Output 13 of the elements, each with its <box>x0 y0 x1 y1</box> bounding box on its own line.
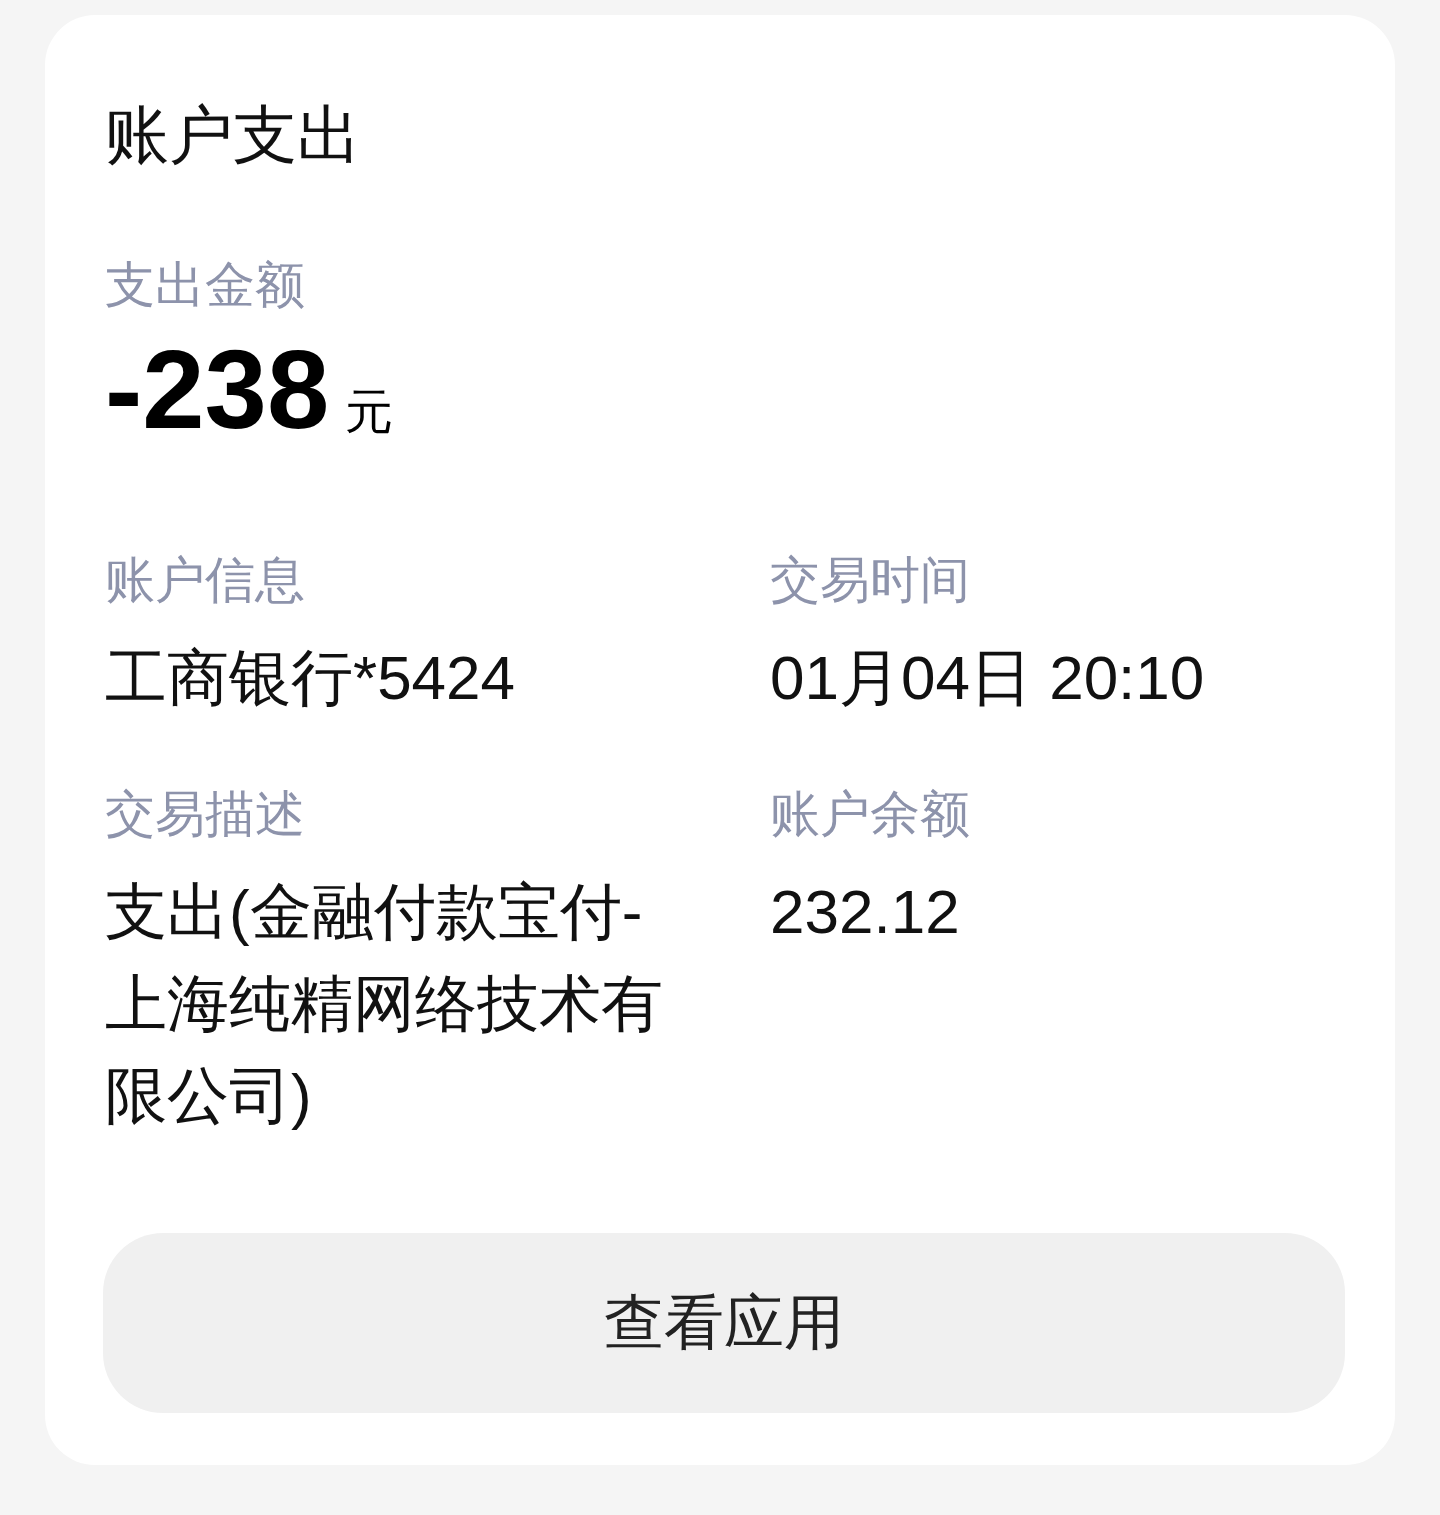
card-title: 账户支出 <box>105 98 362 173</box>
field-value: 232.12 <box>770 876 961 948</box>
field-label: 账户余额 <box>770 785 971 844</box>
field-label: 交易时间 <box>770 551 971 610</box>
view-app-button[interactable]: 查看应用 <box>103 1233 1345 1413</box>
amount-label: 支出金额 <box>105 256 306 315</box>
field-value: 支出(金融付款宝付-上海纯精网络技术有限公司) <box>105 876 664 1132</box>
field-value: 01月04日 20:10 <box>770 642 1206 714</box>
amount-unit: 元 <box>345 384 394 440</box>
field-label: 交易描述 <box>105 785 306 844</box>
amount-value: -238 <box>105 326 330 454</box>
field-value: 工商银行*5424 <box>105 642 517 714</box>
field-label: 账户信息 <box>105 551 306 610</box>
